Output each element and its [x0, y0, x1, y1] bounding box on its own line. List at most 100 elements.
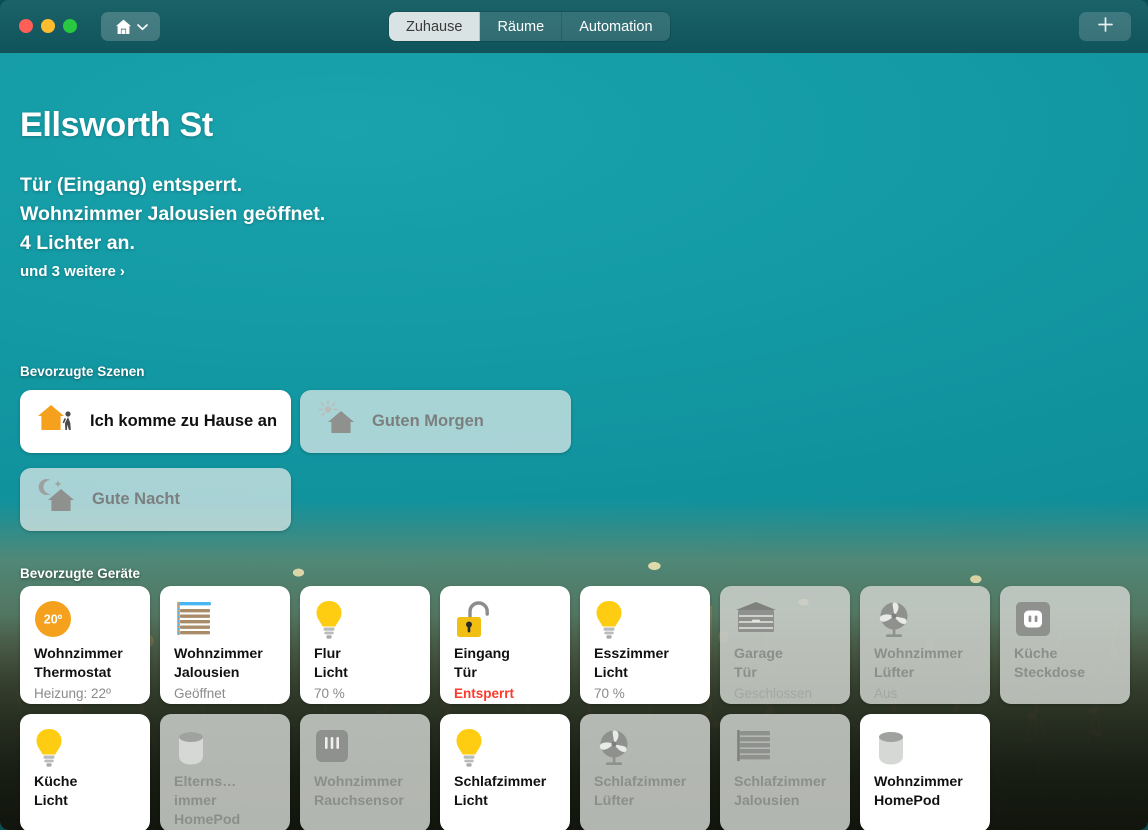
device-status: Heizung: 22º [34, 686, 111, 701]
device-name: Elterns…immer HomePod [174, 774, 241, 828]
device-tile[interactable]: Flur Licht 70 % [300, 586, 430, 704]
smoke-sensor-icon [316, 730, 348, 762]
device-name: Wohnzimmer HomePod [874, 774, 963, 809]
fan-icon [594, 728, 698, 770]
lock-open-icon [457, 601, 489, 637]
lightbulb-icon [596, 601, 622, 639]
add-accessory-button[interactable] [1079, 12, 1131, 41]
device-tile[interactable]: Schlafzimmer Licht [440, 714, 570, 830]
status-line-2: Wohnzimmer Jalousien geöffnet. [20, 203, 326, 225]
blinds-closed-icon [734, 728, 838, 770]
blinds-closed-icon [737, 730, 770, 761]
house-sun-icon [317, 399, 363, 444]
device-tile[interactable]: Wohnzimmer Rauchsensor [300, 714, 430, 830]
device-status: Entsperrt [454, 686, 515, 701]
status-line-1: Tür (Eingang) entsperrt. [20, 174, 243, 196]
blinds-open-icon [177, 602, 211, 635]
chevron-down-icon [136, 23, 148, 31]
lightbulb-icon [314, 600, 418, 642]
lightbulb-icon [34, 728, 138, 770]
device-name: Küche Licht [34, 774, 78, 809]
device-status: Aus [874, 686, 898, 701]
device-tile[interactable]: Küche Steckdose [1000, 586, 1130, 704]
house-sun-icon [318, 399, 354, 433]
minimize-window-button[interactable] [41, 19, 55, 33]
device-tile[interactable]: Elterns…immer HomePod [160, 714, 290, 830]
outlet-icon [1016, 602, 1050, 636]
traffic-light-group [19, 19, 77, 33]
fan-icon [599, 730, 628, 765]
house-moon-icon [38, 479, 74, 511]
status-line-3: 4 Lichter an. [20, 232, 135, 254]
homepod-icon [174, 728, 278, 770]
tab-raeume[interactable]: Räume [480, 12, 563, 41]
device-name: Flur Licht [314, 646, 348, 681]
device-name: Schlafzimmer Jalousien [734, 774, 827, 809]
scene-tile[interactable]: Gute Nacht [20, 468, 291, 531]
page-title: Ellsworth St [20, 106, 213, 144]
home-content: Ellsworth St Tür (Eingang) entsperrt. Wo… [0, 53, 1148, 830]
device-status: 70 % [314, 686, 345, 701]
device-name: Wohnzimmer Thermostat [34, 646, 123, 681]
homepod-icon [874, 728, 978, 770]
section-label-scenes: Bevorzugte Szenen [20, 364, 145, 379]
main-tab-bar[interactable]: Zuhause Räume Automation [389, 12, 670, 41]
house-moon-icon [37, 477, 83, 522]
tab-zuhause[interactable]: Zuhause [389, 12, 481, 41]
lightbulb-icon [454, 728, 558, 770]
house-person-icon [37, 399, 81, 444]
scene-name: Gute Nacht [92, 490, 181, 508]
home-selector-button[interactable] [101, 12, 160, 41]
homepod-icon [879, 732, 903, 765]
scene-name: Ich komme zu Hause an [90, 412, 278, 430]
lightbulb-icon [456, 729, 482, 767]
device-tile[interactable]: Wohnzimmer Jalousien Geöffnet [160, 586, 290, 704]
fan-icon [874, 600, 978, 642]
garage-door-icon [734, 600, 838, 642]
outlet-icon [1014, 600, 1118, 642]
scene-tile[interactable]: Ich komme zu Hause an [20, 390, 291, 453]
smoke-sensor-icon [314, 728, 418, 770]
device-tile[interactable]: Küche Licht [20, 714, 150, 830]
close-window-button[interactable] [19, 19, 33, 33]
homepod-icon [179, 732, 203, 765]
section-label-devices: Bevorzugte Geräte [20, 566, 141, 581]
more-link-label: und 3 weitere [20, 263, 116, 280]
lightbulb-icon [316, 601, 342, 639]
tab-automation[interactable]: Automation [562, 12, 670, 41]
plus-icon [1097, 16, 1114, 38]
window-titlebar: Zuhause Räume Automation [0, 0, 1148, 53]
home-status-summary: Tür (Eingang) entsperrt. Wohnzimmer Jalo… [20, 171, 325, 258]
blinds-open-icon [174, 600, 278, 642]
device-name: Schlafzimmer Licht [454, 774, 547, 809]
zoom-window-button[interactable] [63, 19, 77, 33]
device-tile[interactable]: Schlafzimmer Jalousien [720, 714, 850, 830]
garage-door-icon [736, 602, 776, 632]
svg-text:20º: 20º [44, 613, 63, 627]
device-tile[interactable]: Wohnzimmer Lüfter Aus [860, 586, 990, 704]
device-tile[interactable]: Eingang Tür Entsperrt [440, 586, 570, 704]
scene-name: Guten Morgen [372, 412, 484, 430]
device-name: Garage Tür [734, 646, 783, 681]
scene-tile[interactable]: Guten Morgen [300, 390, 571, 453]
device-name: Wohnzimmer Jalousien [174, 646, 263, 681]
fan-icon [879, 602, 908, 637]
chevron-right-icon: › [119, 263, 125, 280]
lightbulb-icon [594, 600, 698, 642]
lightbulb-icon [36, 729, 62, 767]
device-name: Esszimmer Licht [594, 646, 669, 681]
thermostat-icon: 20º [34, 600, 138, 642]
device-status: Geschlossen [734, 686, 813, 701]
device-tile[interactable]: Garage Tür Geschlossen [720, 586, 850, 704]
house-person-icon [38, 405, 71, 430]
home-app-window: Zuhause Räume Automation Ellsworth St Tü… [0, 0, 1148, 830]
device-tile[interactable]: 20º Wohnzimmer Thermostat Heizung: 22º [20, 586, 150, 704]
show-more-status-link[interactable]: und 3 weitere › [20, 263, 125, 280]
device-name: Wohnzimmer Lüfter [874, 646, 963, 681]
device-tile[interactable]: Esszimmer Licht 70 % [580, 586, 710, 704]
device-tile[interactable]: Schlafzimmer Lüfter [580, 714, 710, 830]
thermostat-icon: 20º [35, 601, 71, 637]
device-status: 70 % [594, 686, 625, 701]
device-status: Geöffnet [174, 686, 226, 701]
device-tile[interactable]: Wohnzimmer HomePod [860, 714, 990, 830]
